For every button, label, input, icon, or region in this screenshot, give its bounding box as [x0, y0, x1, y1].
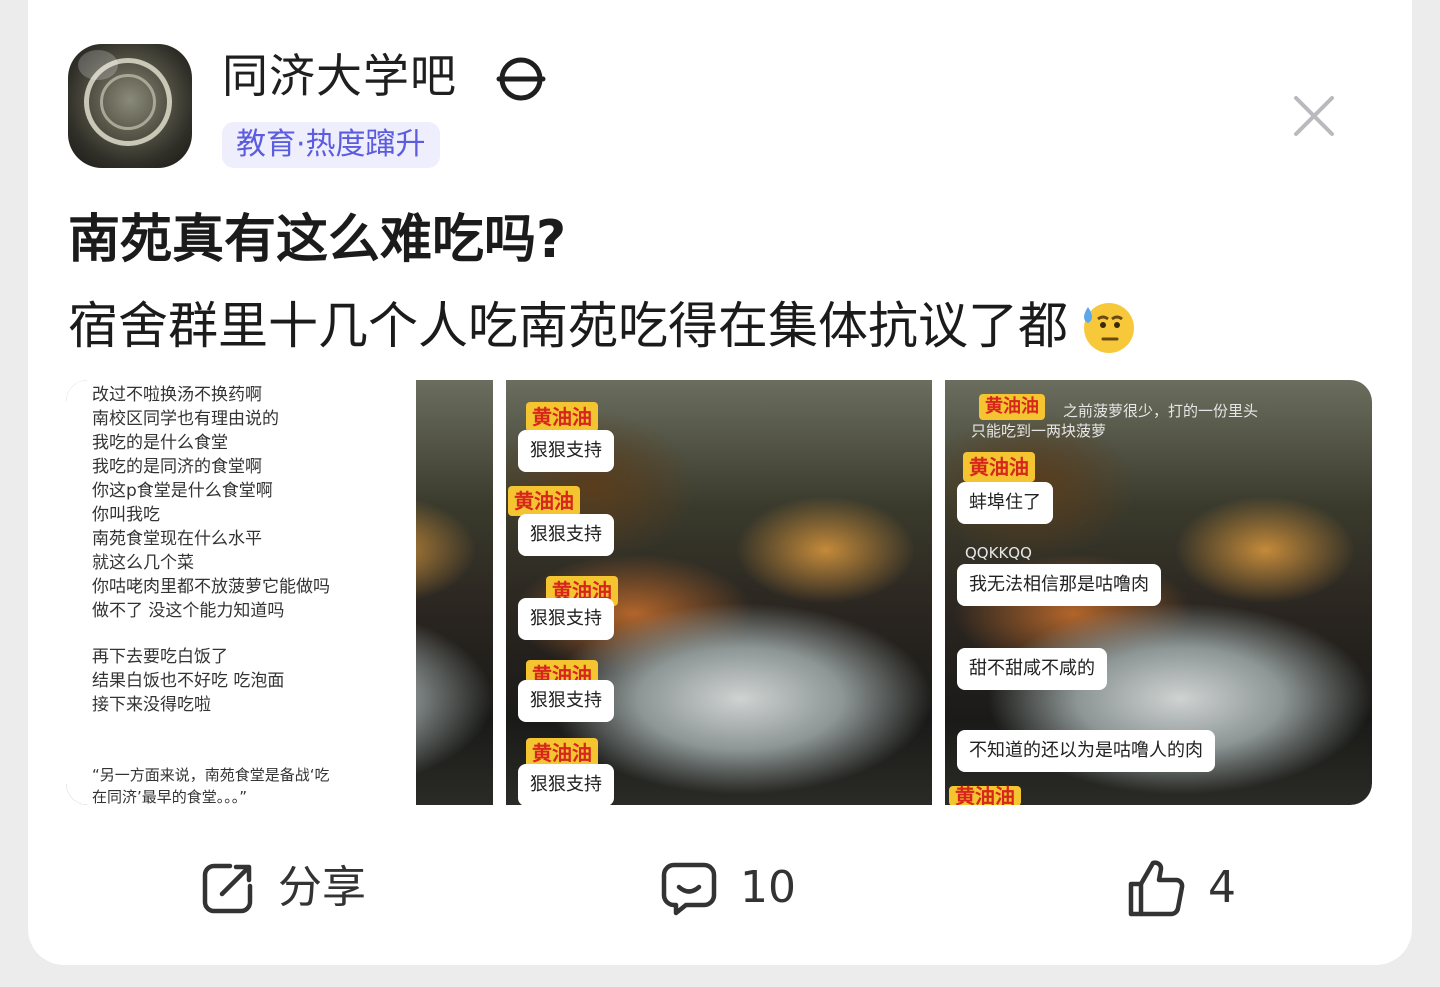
comment-icon — [661, 862, 717, 916]
thumbs-up-icon — [1128, 860, 1185, 917]
forum-tag: 教育·热度蹿升 — [222, 122, 440, 168]
chat-bubble: 不知道的还以为是咕噜人的肉 — [957, 730, 1215, 772]
comment-button[interactable]: 10 — [660, 856, 796, 920]
faint-chat-line: 只能吃到一两块菠萝 — [971, 422, 1107, 440]
chat-line: 我吃的是同济的食堂啊 — [92, 457, 262, 477]
chat-line: 你咕咾肉里都不放菠萝它能做吗 — [92, 577, 330, 597]
like-button[interactable]: 4 — [1126, 856, 1236, 920]
comment-count: 10 — [740, 862, 796, 913]
chat-line: 我吃的是什么食堂 — [92, 433, 228, 453]
forum-avatar[interactable] — [68, 44, 192, 168]
close-icon[interactable] — [1288, 90, 1340, 142]
chat-line: 你这p食堂是什么食堂啊 — [92, 481, 273, 501]
chat-line: “另一方面来说，南苑食堂是备战‘吃 — [92, 766, 330, 784]
post-image-2[interactable]: 黄油油 狠狠支持 黄油油 狠狠支持 黄油油 狠狠支持 黄油油 狠狠支持 黄油油 … — [506, 380, 932, 805]
chat-bubble: 狠狠支持 — [518, 764, 614, 805]
forum-name[interactable]: 同济大学吧 — [222, 48, 457, 104]
chat-line: 接下来没得吃啦 — [92, 695, 211, 715]
sender-name-tag: 黄油油 — [949, 786, 1021, 805]
chat-bubble: 狠狠支持 — [518, 680, 614, 722]
follow-circle-icon[interactable] — [496, 54, 546, 104]
share-label: 分享 — [278, 862, 366, 913]
post-body-text: 宿舍群里十几个人吃南苑吃得在集体抗议了都 — [68, 297, 1068, 355]
chat-bubble: 甜不甜咸不咸的 — [957, 648, 1107, 690]
chat-line: 南校区同学也有理由说的 — [92, 409, 279, 429]
chat-line: 结果白饭也不好吃 吃泡面 — [92, 671, 285, 691]
chat-line: 做不了 没这个能力知道吗 — [92, 601, 285, 621]
chat-bubble: 狠狠支持 — [518, 598, 614, 640]
post-title[interactable]: 南苑真有这么难吃吗? — [68, 208, 566, 272]
faint-chat-line: QQKKQQ — [965, 544, 1032, 562]
sweat-face-emoji-icon — [1084, 303, 1134, 353]
avatar-highlight — [78, 50, 118, 80]
post-body[interactable]: 宿舍群里十几个人吃南苑吃得在集体抗议了都 — [68, 294, 1136, 358]
avatar-seal-inner — [100, 74, 156, 130]
post-image-1[interactable]: 改过不啦换汤不换药啊 南校区同学也有理由说的 我吃的是什么食堂 我吃的是同济的食… — [66, 380, 493, 805]
chat-line: 就这么几个菜 — [92, 553, 194, 573]
like-count: 4 — [1208, 862, 1236, 913]
chat-line: 在同济’最早的食堂。。。” — [92, 788, 248, 805]
share-button[interactable]: 分享 — [200, 856, 366, 920]
chat-line: 你叫我吃 — [92, 505, 160, 525]
chat-bubble: 我无法相信那是咕噜肉 — [957, 564, 1161, 606]
chat-line: 再下去要吃白饭了 — [92, 647, 228, 667]
chat-line: 改过不啦换汤不换药啊 — [92, 385, 262, 405]
image-strip: 改过不啦换汤不换药啊 南校区同学也有理由说的 我吃的是什么食堂 我吃的是同济的食… — [66, 380, 1372, 805]
sender-name-tag: 黄油油 — [979, 394, 1045, 420]
chat-bubble: 狠狠支持 — [518, 430, 614, 472]
chat-bubble: 狠狠支持 — [518, 514, 614, 556]
post-image-3[interactable]: 黄油油 之前菠萝很少，打的一份里头 只能吃到一两块菠萝 黄油油 蚌埠住了 QQK… — [945, 380, 1372, 805]
sender-name-tag: 黄油油 — [963, 452, 1035, 482]
faint-chat-line: 之前菠萝很少，打的一份里头 — [1063, 402, 1259, 420]
sender-name-tag: 黄油油 — [508, 486, 580, 516]
chat-bubble: 蚌埠住了 — [957, 482, 1053, 524]
chat-line: 南苑食堂现在什么水平 — [92, 529, 262, 549]
sender-name-tag: 黄油油 — [526, 402, 598, 432]
share-icon — [202, 863, 253, 914]
chat-text-panel: 改过不啦换汤不换药啊 南校区同学也有理由说的 我吃的是什么食堂 我吃的是同济的食… — [66, 380, 416, 805]
